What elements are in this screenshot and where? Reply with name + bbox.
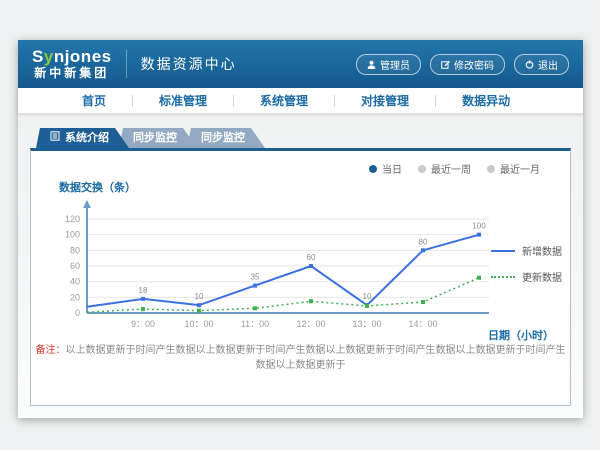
power-icon bbox=[525, 60, 534, 69]
dotted-line-icon bbox=[491, 276, 515, 278]
data-point bbox=[421, 300, 425, 304]
footnote-label: 备注： bbox=[36, 345, 66, 356]
user-icon bbox=[367, 60, 376, 69]
y-tick-label: 120 bbox=[65, 214, 80, 224]
data-point bbox=[197, 309, 201, 313]
nav-item-interface-mgmt[interactable]: 对接管理 bbox=[335, 92, 435, 109]
radio-label: 当日 bbox=[382, 161, 402, 176]
edit-icon bbox=[441, 60, 450, 69]
data-point bbox=[141, 297, 145, 301]
x-tick-label: 14：00 bbox=[408, 319, 437, 329]
tab-system-intro[interactable]: 系统介绍 bbox=[36, 128, 129, 148]
logout-button[interactable]: 退出 bbox=[514, 54, 569, 75]
data-point-label: 35 bbox=[251, 273, 260, 282]
data-point bbox=[477, 233, 481, 237]
y-tick-label: 40 bbox=[70, 277, 80, 287]
solid-line-icon bbox=[491, 250, 515, 252]
nav-item-home[interactable]: 首页 bbox=[56, 92, 132, 109]
data-point bbox=[421, 248, 425, 252]
data-point bbox=[477, 276, 481, 280]
data-point-label: 80 bbox=[419, 237, 428, 246]
data-point-label: 10 bbox=[195, 292, 204, 301]
radio-last-month[interactable]: 最近一月 bbox=[487, 161, 540, 176]
y-tick-label: 20 bbox=[70, 292, 80, 302]
footnote-text: 以上数据更新于时间产生数据以上数据更新于时间产生数据以上数据更新于时间产生数据以… bbox=[66, 345, 566, 371]
tab-sync-monitor-2[interactable]: 同步监控 bbox=[187, 128, 265, 148]
admin-user-button[interactable]: 管理员 bbox=[356, 54, 421, 75]
radio-last-week[interactable]: 最近一周 bbox=[418, 161, 471, 176]
chart-panel: 当日 最近一周 最近一月 数据交换（条） 0 20 40 60 80 100 120 9：00… bbox=[30, 148, 571, 406]
page-card: Synjones 新中新集团 数据资源中心 管理员 修改密码 bbox=[18, 40, 583, 418]
y-axis-arrow bbox=[83, 200, 91, 208]
radio-label: 最近一月 bbox=[500, 161, 540, 176]
data-point bbox=[197, 303, 201, 307]
logout-label: 退出 bbox=[538, 57, 558, 72]
header-divider bbox=[126, 50, 127, 78]
admin-user-label: 管理员 bbox=[380, 57, 410, 72]
time-range-filter: 当日 最近一周 最近一月 bbox=[369, 161, 540, 176]
data-point bbox=[253, 284, 257, 288]
tab-label: 系统介绍 bbox=[65, 128, 109, 148]
content-area: 系统介绍 同步监控 同步监控 当日 最近一周 最近一月 数据交 bbox=[18, 114, 583, 418]
data-point bbox=[365, 304, 369, 308]
nav-item-standard-mgmt[interactable]: 标准管理 bbox=[133, 92, 233, 109]
legend-label: 新增数据 bbox=[522, 243, 562, 258]
legend-item-new-data[interactable]: 新增数据 bbox=[491, 243, 562, 258]
x-tick-label: 12：00 bbox=[296, 319, 325, 329]
tab-sync-monitor-1[interactable]: 同步监控 bbox=[119, 128, 197, 148]
y-tick-label: 60 bbox=[70, 261, 80, 271]
y-axis-title: 数据交换（条） bbox=[59, 179, 136, 195]
radio-dot-icon bbox=[369, 165, 377, 173]
x-tick-label: 10：00 bbox=[184, 319, 213, 329]
company-logo: Synjones 新中新集团 bbox=[32, 48, 112, 80]
line-chart: 0 20 40 60 80 100 120 9：00 10：00 11：00 12：00 13：00 1… bbox=[55, 195, 489, 337]
document-icon bbox=[50, 128, 60, 148]
data-point-label: 100 bbox=[472, 222, 486, 231]
change-password-label: 修改密码 bbox=[454, 57, 494, 72]
x-tick-label: 11：00 bbox=[241, 319, 269, 329]
logo-text-cn: 新中新集团 bbox=[32, 67, 112, 80]
radio-label: 最近一周 bbox=[431, 161, 471, 176]
x-tick-label: 9：00 bbox=[131, 319, 155, 329]
tab-label: 同步监控 bbox=[201, 132, 245, 144]
data-point bbox=[309, 299, 313, 303]
tab-label: 同步监控 bbox=[133, 132, 177, 144]
y-tick-label: 100 bbox=[65, 230, 80, 240]
y-tick-label: 80 bbox=[70, 245, 80, 255]
legend-item-updated-data[interactable]: 更新数据 bbox=[491, 269, 562, 284]
radio-today[interactable]: 当日 bbox=[369, 161, 402, 176]
chart-legend: 新增数据 更新数据 bbox=[491, 195, 562, 337]
radio-dot-icon bbox=[418, 165, 426, 173]
chart-container: 0 20 40 60 80 100 120 9：00 10：00 11：00 12：00 13：00 1… bbox=[55, 195, 562, 337]
data-point bbox=[253, 306, 257, 310]
logo-accent-letter: y bbox=[44, 47, 54, 66]
y-tick-label: 0 bbox=[75, 308, 80, 318]
app-title: 数据资源中心 bbox=[141, 54, 237, 74]
data-point-label: 10 bbox=[363, 292, 372, 301]
main-nav: 首页 标准管理 系统管理 对接管理 数据异动 bbox=[18, 88, 583, 114]
radio-dot-icon bbox=[487, 165, 495, 173]
app-header: Synjones 新中新集团 数据资源中心 管理员 修改密码 bbox=[18, 40, 583, 88]
legend-label: 更新数据 bbox=[522, 269, 562, 284]
data-point-label: 60 bbox=[307, 253, 316, 262]
nav-item-data-change[interactable]: 数据异动 bbox=[436, 92, 536, 109]
tab-bar: 系统介绍 同步监控 同步监控 bbox=[36, 128, 571, 148]
data-point-label: 18 bbox=[139, 286, 148, 295]
change-password-button[interactable]: 修改密码 bbox=[430, 54, 505, 75]
data-point bbox=[309, 264, 313, 268]
nav-item-system-mgmt[interactable]: 系统管理 bbox=[234, 92, 334, 109]
logo-text-en: Synjones bbox=[32, 48, 112, 67]
data-point bbox=[141, 307, 145, 311]
series-line bbox=[87, 278, 479, 312]
footnote: 备注：以上数据更新于时间产生数据以上数据更新于时间产生数据以上数据更新于时间产生… bbox=[31, 341, 570, 371]
x-tick-label: 13：00 bbox=[352, 319, 381, 329]
